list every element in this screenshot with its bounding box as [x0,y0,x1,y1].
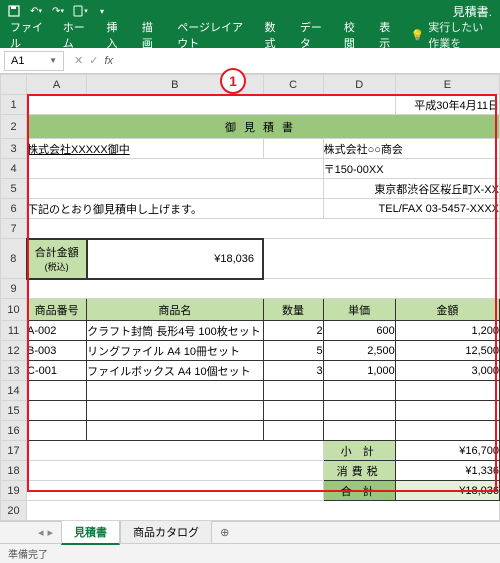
row-header[interactable]: 6 [1,199,27,219]
row-header[interactable]: 15 [1,401,27,421]
cell-date[interactable]: 平成30年4月11日 [395,95,499,115]
tab-home[interactable]: ホーム [55,15,97,55]
chevron-down-icon[interactable]: ▼ [49,56,57,65]
col-header-d[interactable]: D [323,75,395,95]
col-header-e[interactable]: E [395,75,499,95]
bulb-icon: 💡 [411,29,425,42]
cell-note[interactable]: 下記のとおり御見積申し上げます。 [27,199,324,219]
row-header[interactable]: 11 [1,321,27,341]
row-header[interactable]: 13 [1,361,27,381]
cell-hdr-qty[interactable]: 数量 [263,299,323,321]
row-header[interactable]: 16 [1,421,27,441]
table-row[interactable]: 5 [263,341,323,361]
cell-tax[interactable]: ¥1,336 [395,461,499,481]
tab-draw[interactable]: 描画 [134,15,167,55]
status-bar: 準備完了 [0,543,500,563]
table-row[interactable]: A-002 [27,321,87,341]
cell-hdr-amt[interactable]: 金額 [395,299,499,321]
cell-grand-label[interactable]: 合 計 [323,481,395,501]
table-row[interactable]: 1,200 [395,321,499,341]
cell-hdr-no[interactable]: 商品番号 [27,299,87,321]
tab-data[interactable]: データ [292,15,334,55]
tab-view[interactable]: 表示 [371,15,404,55]
row-header[interactable]: 19 [1,481,27,501]
cancel-icon: ✕ [74,54,83,67]
select-all-corner[interactable] [1,75,27,95]
cell-subtotal-label[interactable]: 小 計 [323,441,395,461]
table-row[interactable]: C-001 [27,361,87,381]
cell-subtotal[interactable]: ¥16,700 [395,441,499,461]
row-header[interactable]: 18 [1,461,27,481]
cell-total-value[interactable]: ¥18,036 [87,239,263,279]
cell-vendor-postal[interactable]: 〒150-00XX [323,159,499,179]
fx-icon[interactable]: fx [104,55,113,67]
annotation-marker-1: 1 [220,68,246,94]
status-text: 準備完了 [8,546,48,561]
add-sheet-button[interactable]: ⊕ [212,523,237,542]
row-header[interactable]: 9 [1,279,27,299]
row-header[interactable]: 3 [1,139,27,159]
spreadsheet-grid[interactable]: A B C D E 1平成30年4月11日 2御見積書 3株式会社XXXXX御中… [0,74,500,521]
name-box[interactable]: A1 ▼ [4,51,64,71]
row-header[interactable]: 2 [1,115,27,139]
row-header[interactable]: 4 [1,159,27,179]
col-header-c[interactable]: C [263,75,323,95]
row-header[interactable]: 10 [1,299,27,321]
tab-insert[interactable]: 挿入 [99,15,132,55]
ribbon-tabs: ファイル ホーム 挿入 描画 ページレイアウト 数式 データ 校閲 表示 💡 実… [0,22,500,48]
sheet-tab-other[interactable]: 商品カタログ [120,521,212,544]
row-header[interactable]: 17 [1,441,27,461]
sheet-tab-active[interactable]: 見積書 [61,521,120,545]
chevron-right-icon: ▸ [48,526,54,539]
row-header[interactable]: 1 [1,95,27,115]
cell-total-label[interactable]: 合計金額(税込) [27,239,87,279]
cell-vendor-name[interactable]: 株式会社○○商会 [323,139,499,159]
sheet-tab-bar: ◂▸ 見積書 商品カタログ ⊕ [0,521,500,543]
chevron-left-icon: ◂ [38,526,44,539]
worksheet-area: A B C D E 1平成30年4月11日 2御見積書 3株式会社XXXXX御中… [0,74,500,521]
cell-vendor-tel[interactable]: TEL/FAX 03-5457-XXXX [323,199,499,219]
table-row[interactable]: クラフト封筒 長形4号 100枚セット [87,321,263,341]
table-row[interactable]: ファイルボックス A4 10個セット [87,361,263,381]
tab-file[interactable]: ファイル [6,15,53,55]
tab-review[interactable]: 校閲 [336,15,369,55]
enter-icon: ✓ [89,54,98,67]
document-title: 見積書. [453,3,496,20]
cell-hdr-price[interactable]: 単価 [323,299,395,321]
row-header[interactable]: 12 [1,341,27,361]
table-row[interactable]: リングファイル A4 10冊セット [87,341,263,361]
cell-title[interactable]: 御見積書 [27,115,500,139]
row-header[interactable]: 14 [1,381,27,401]
cell-tax-label[interactable]: 消費税 [323,461,395,481]
cell-hdr-name[interactable]: 商品名 [87,299,263,321]
formula-bar[interactable]: ✕ ✓ fx [68,54,113,67]
cell-customer[interactable]: 株式会社XXXXX御中 [27,139,263,159]
row-header[interactable]: 8 [1,239,27,279]
table-row[interactable]: 3,000 [395,361,499,381]
tell-me-search[interactable]: 💡 実行したい作業を [411,19,494,51]
cell-grand[interactable]: ¥18,036 [395,481,499,501]
sheet-nav[interactable]: ◂▸ [30,526,61,539]
row-header[interactable]: 5 [1,179,27,199]
tab-formulas[interactable]: 数式 [256,15,289,55]
table-row[interactable]: B-003 [27,341,87,361]
table-row[interactable]: 2 [263,321,323,341]
tab-page-layout[interactable]: ページレイアウト [169,15,254,55]
cell-vendor-addr[interactable]: 東京都渋谷区桜丘町X-XX [323,179,499,199]
table-row[interactable]: 3 [263,361,323,381]
table-row[interactable]: 12,500 [395,341,499,361]
table-row[interactable]: 600 [323,321,395,341]
table-row[interactable]: 2,500 [323,341,395,361]
col-header-a[interactable]: A [27,75,87,95]
table-row[interactable]: 1,000 [323,361,395,381]
row-header[interactable]: 20 [1,501,27,521]
row-header[interactable]: 7 [1,219,27,239]
